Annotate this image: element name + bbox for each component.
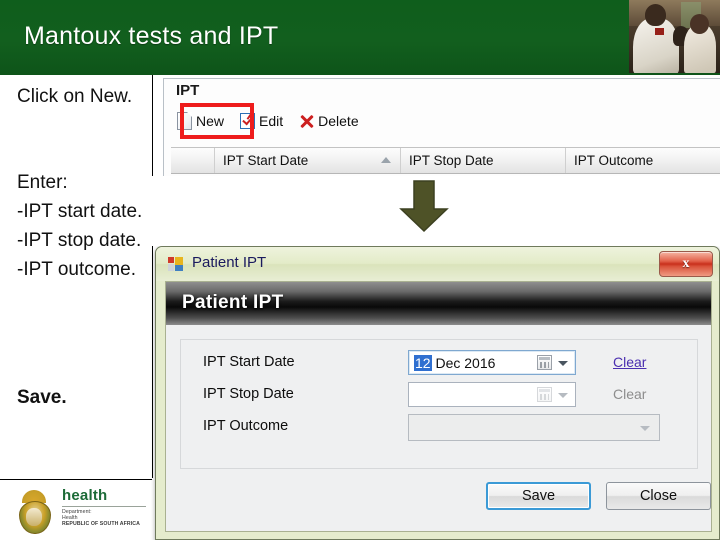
edit-button-label: Edit (259, 113, 284, 129)
delete-button[interactable]: Delete (296, 112, 361, 130)
grid-header-row: IPT Start Date IPT Stop Date IPT Outcome (171, 147, 720, 174)
calendar-icon[interactable] (537, 387, 552, 402)
grid-column-ipt-start-date[interactable]: IPT Start Date (215, 148, 401, 173)
ipt-stop-date-label: IPT Stop Date (203, 386, 294, 402)
delete-button-label: Delete (318, 113, 359, 129)
icon-square-blue (175, 265, 183, 271)
instruction-click-new: Click on New. (17, 86, 133, 107)
form-window-icon (168, 257, 183, 271)
ipt-stop-date-input[interactable] (408, 382, 576, 407)
grid-column-selector (171, 148, 215, 173)
icon-square-red (168, 257, 174, 263)
photo-red-accent (655, 28, 664, 35)
slide-canvas: Mantoux tests and IPT Click on New. Ente… (0, 0, 720, 540)
logo-country-line: REPUBLIC OF SOUTH AFRICA (62, 521, 141, 527)
sidebar-edge-fill (152, 478, 154, 540)
dialog-banner-title: Patient IPT (182, 292, 284, 313)
sort-ascending-icon (381, 157, 391, 163)
logo-text-block: health Department: Health REPUBLIC OF SO… (62, 488, 150, 527)
ipt-start-date-label: IPT Start Date (203, 354, 295, 370)
instruction-start-date-line: -IPT start date. (17, 201, 143, 222)
close-dialog-button[interactable]: Close (606, 482, 711, 510)
close-icon: x (682, 256, 690, 271)
form-row-ipt-start-date: IPT Start Date 12 Dec 2016 Clear (181, 350, 697, 380)
icon-square-grey (168, 264, 174, 271)
ipt-outcome-select[interactable] (408, 414, 660, 441)
delete-red-x-icon (299, 114, 314, 129)
header-photo (629, 0, 720, 73)
down-arrow (397, 179, 451, 233)
save-button[interactable]: Save (486, 482, 591, 510)
patient-ipt-dialog: Patient IPT x Patient IPT IPT Start Date… (155, 246, 720, 540)
ipt-start-date-value: 12 Dec 2016 (414, 355, 495, 371)
page-title: Mantoux tests and IPT (24, 22, 279, 50)
close-button[interactable]: x (659, 251, 713, 277)
dialog-content: Patient IPT IPT Start Date 12 Dec 2016 C… (165, 281, 712, 532)
crest-inner (26, 508, 42, 526)
photo-child-head (690, 14, 709, 34)
grid-column-ipt-outcome-label: IPT Outcome (574, 153, 654, 168)
photo-health-worker (633, 18, 679, 73)
ipt-group-label: IPT (173, 82, 203, 99)
dialog-titlebar[interactable]: Patient IPT x (156, 247, 719, 281)
clear-stop-date-link[interactable]: Clear (613, 386, 646, 402)
ipt-start-date-day-selected: 12 (414, 355, 432, 371)
form-row-ipt-stop-date: IPT Stop Date Clear (181, 382, 697, 412)
form-row-ipt-outcome: IPT Outcome (181, 414, 697, 444)
chevron-down-icon[interactable] (558, 393, 568, 398)
chevron-down-icon[interactable] (558, 361, 568, 366)
dialog-banner: Patient IPT (166, 282, 711, 325)
instruction-sidebar: Click on New. Enter: -IPT start date. -I… (0, 75, 153, 478)
dialog-button-row: Save Close (166, 482, 711, 512)
chevron-down-icon[interactable] (640, 426, 650, 431)
clear-start-date-link[interactable]: Clear (613, 354, 646, 370)
ipt-start-date-rest: Dec 2016 (431, 355, 496, 371)
instruction-enter-line: Enter: (17, 172, 68, 193)
grid-column-ipt-stop-date-label: IPT Stop Date (409, 153, 494, 168)
instruction-outcome-line: -IPT outcome. (17, 259, 136, 280)
ipt-outcome-label: IPT Outcome (203, 418, 289, 434)
slide-header: Mantoux tests and IPT (0, 0, 720, 75)
instruction-stop-date-line: -IPT stop date. (17, 230, 142, 251)
instruction-save: Save. (17, 387, 67, 408)
instruction-enter-fields: Enter: -IPT start date. -IPT stop date. … (17, 168, 149, 284)
logo-wordmark: health (62, 487, 108, 504)
new-button-highlight-box (180, 103, 254, 139)
dialog-title: Patient IPT (192, 254, 267, 271)
grid-column-ipt-start-date-label: IPT Start Date (223, 153, 309, 168)
grid-column-ipt-stop-date[interactable]: IPT Stop Date (401, 148, 566, 173)
footer-logo-band: health Department: Health REPUBLIC OF SO… (0, 479, 153, 540)
calendar-icon[interactable] (537, 355, 552, 370)
down-arrow-glyph (399, 180, 449, 233)
grid-column-ipt-outcome[interactable]: IPT Outcome (566, 148, 720, 173)
south-africa-coat-of-arms-icon (14, 490, 54, 534)
photo-health-worker-head (645, 4, 666, 26)
ipt-form-group: IPT Start Date 12 Dec 2016 Clear IPT Sto… (180, 339, 698, 469)
ipt-start-date-input[interactable]: 12 Dec 2016 (408, 350, 576, 375)
logo-divider (62, 506, 146, 507)
